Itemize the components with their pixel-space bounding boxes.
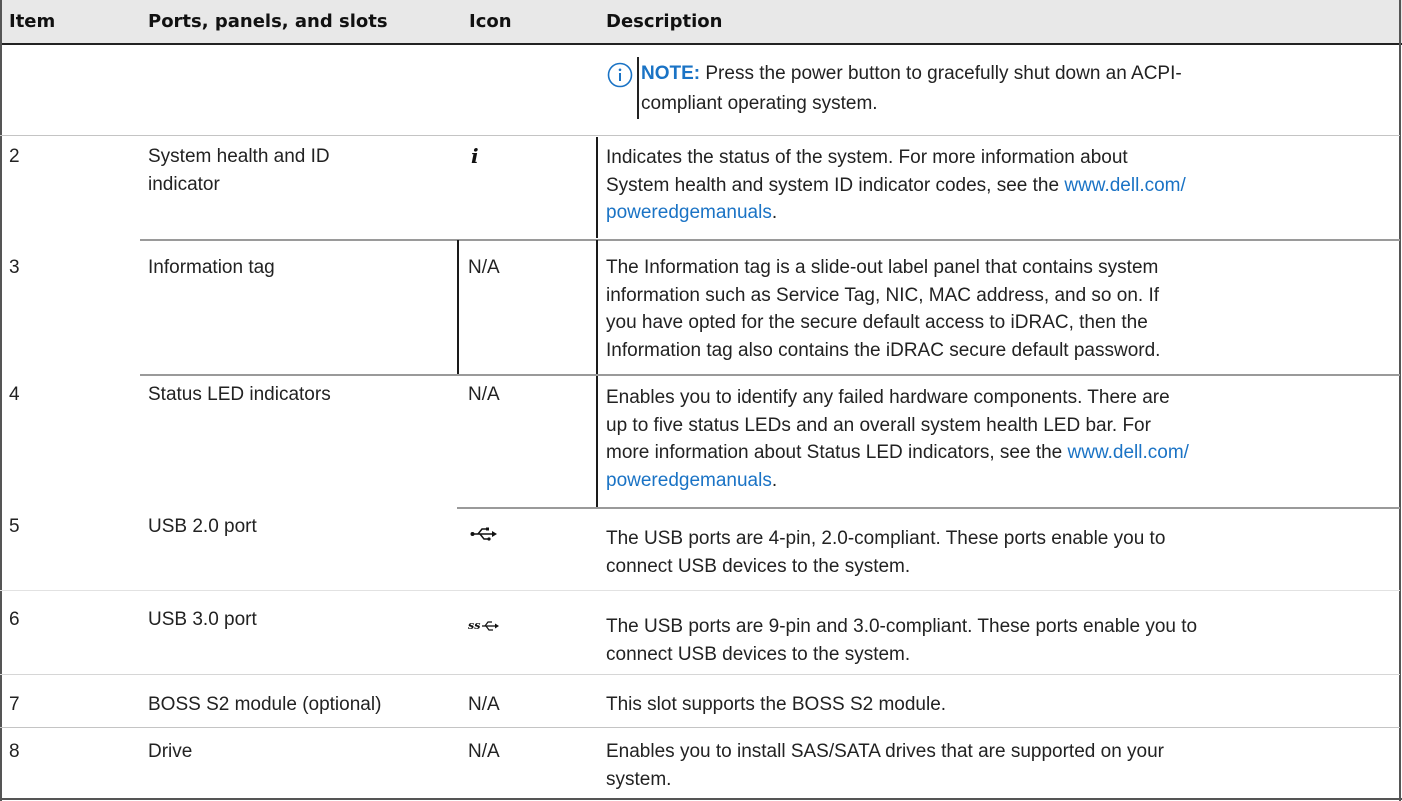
row-divider-8 — [0, 727, 1400, 728]
description: Enables you to install SAS/SATA drives t… — [606, 738, 1164, 793]
description: The USB ports are 4-pin, 2.0-compliant. … — [606, 525, 1165, 580]
row-divider-2 — [0, 135, 1400, 136]
item-number: 2 — [9, 146, 20, 167]
description-line: you have opted for the secure default ac… — [606, 312, 1148, 333]
usb-icon — [470, 526, 498, 542]
port-name: Status LED indicators — [148, 384, 331, 405]
dell-manuals-link[interactable]: www.dell.com/ — [1064, 175, 1185, 196]
description-line: Indicates the status of the system. For … — [606, 147, 1128, 168]
system-health-i-icon: i — [471, 144, 479, 168]
description: This slot supports the BOSS S2 module. — [606, 694, 947, 715]
row-divider-5 — [457, 507, 1400, 509]
header-ports: Ports, panels, and slots — [148, 11, 388, 32]
description-line: connect USB devices to the system. — [606, 555, 911, 577]
item-number: 6 — [9, 609, 20, 630]
row-divider-6 — [0, 590, 1400, 591]
description-line: information such as Service Tag, NIC, MA… — [606, 284, 1160, 306]
table-bottom-border — [0, 798, 1402, 800]
description-column-border — [596, 137, 598, 238]
icon-column-border — [457, 240, 459, 374]
port-name: Drive — [148, 741, 193, 762]
note-text: NOTE: Press the power button to graceful… — [641, 59, 1182, 119]
description-period: . — [771, 202, 778, 223]
description-line: Enables you to identify any failed hardw… — [606, 387, 1170, 408]
item-number: 4 — [9, 384, 20, 405]
port-name-line: System health and ID — [148, 146, 330, 167]
port-name: USB 2.0 port — [148, 516, 257, 537]
description-line: up to five status LEDs and an overall sy… — [606, 414, 1151, 436]
description-line: The USB ports are 9-pin and 3.0-complian… — [606, 616, 1198, 637]
port-name: System health and ID indicator — [148, 143, 330, 198]
description: Enables you to identify any failed hardw… — [606, 384, 1189, 494]
row-divider-7 — [0, 674, 1400, 675]
description-line: System health and system ID indicator co… — [606, 174, 1065, 196]
description-column-border — [596, 376, 598, 507]
info-icon — [607, 62, 633, 88]
description-line: The USB ports are 4-pin, 2.0-compliant. … — [606, 528, 1166, 549]
icon-na: N/A — [468, 384, 500, 405]
dell-manuals-link[interactable]: poweredgemanuals — [606, 202, 772, 223]
note-label: NOTE: — [641, 63, 701, 84]
description-column-border — [596, 240, 598, 374]
description-period: . — [771, 469, 778, 491]
svg-text:ss: ss — [468, 619, 480, 632]
row-divider-3 — [140, 239, 1400, 241]
header-item: Item — [9, 11, 56, 32]
note-divider — [637, 57, 639, 119]
dell-manuals-link[interactable]: www.dell.com/ — [1068, 442, 1189, 463]
description-line: The Information tag is a slide-out label… — [606, 257, 1159, 278]
port-name-line: indicator — [148, 173, 220, 195]
table-right-border — [1399, 0, 1401, 801]
icon-na: N/A — [468, 694, 500, 715]
icon-na: N/A — [468, 741, 500, 762]
description-line: Information tag also contains the iDRAC … — [606, 339, 1161, 361]
header-bottom-border — [0, 43, 1402, 45]
port-name: BOSS S2 module (optional) — [148, 694, 382, 715]
dell-manuals-link[interactable]: poweredgemanuals — [606, 470, 772, 491]
table-left-border — [0, 0, 2, 801]
description-line: connect USB devices to the system. — [606, 643, 911, 665]
description: The USB ports are 9-pin and 3.0-complian… — [606, 613, 1197, 668]
icon-na: N/A — [468, 257, 500, 278]
note-line-1: Press the power button to gracefully shu… — [700, 63, 1182, 84]
port-name: USB 3.0 port — [148, 609, 257, 630]
row-divider-4 — [140, 374, 1400, 376]
description-line: Enables you to install SAS/SATA drives t… — [606, 741, 1164, 762]
item-number: 3 — [9, 257, 20, 278]
description: The Information tag is a slide-out label… — [606, 254, 1160, 364]
header-icon: Icon — [469, 11, 512, 32]
port-name: Information tag — [148, 257, 275, 278]
note-line-2: compliant operating system. — [641, 93, 878, 114]
usb-superspeed-icon: ss — [468, 618, 500, 632]
item-number: 7 — [9, 694, 20, 715]
description: Indicates the status of the system. For … — [606, 144, 1186, 227]
description-line: more information about Status LED indica… — [606, 442, 1068, 463]
item-number: 5 — [9, 516, 20, 537]
header-description: Description — [606, 11, 723, 32]
description-line: system. — [606, 768, 672, 790]
item-number: 8 — [9, 741, 20, 762]
